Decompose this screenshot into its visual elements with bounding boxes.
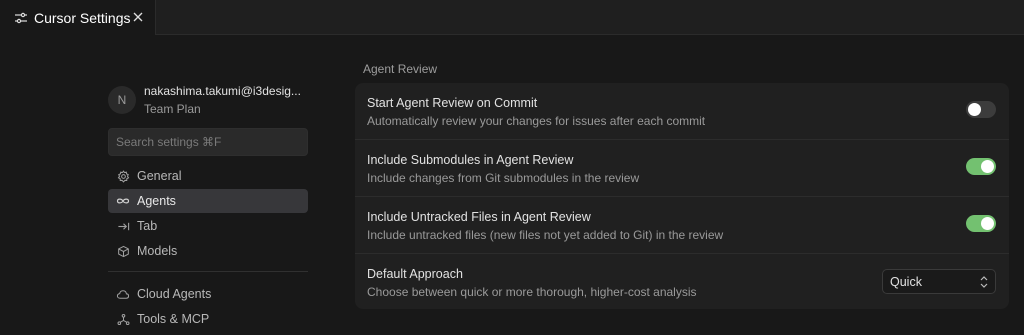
setting-description: Automatically review your changes for is… — [367, 114, 706, 128]
sidebar-item-tools-mcp[interactable]: Tools & MCP — [108, 307, 308, 331]
sidebar-item-label: Tools & MCP — [137, 312, 210, 326]
sidebar-item-cloud-agents[interactable]: Cloud Agents — [108, 282, 308, 306]
close-icon[interactable] — [131, 10, 145, 24]
sidebar-item-label: Tab — [137, 219, 158, 233]
setting-description: Choose between quick or more thorough, h… — [367, 285, 697, 299]
setting-row-include-submodules: Include Submodules in Agent Review Inclu… — [355, 139, 1009, 195]
setting-row-default-approach: Default Approach Choose between quick or… — [355, 253, 1009, 309]
search-settings-input[interactable] — [108, 128, 308, 156]
include-submodules-toggle[interactable] — [966, 158, 996, 175]
setting-title: Include Submodules in Agent Review — [367, 153, 574, 167]
user-plan: Team Plan — [144, 102, 201, 116]
agent-review-settings-card: Start Agent Review on Commit Automatical… — [355, 83, 1009, 309]
gear-icon — [116, 169, 130, 183]
tab-arrow-icon — [116, 219, 130, 233]
sidebar-divider — [108, 271, 308, 272]
default-approach-select[interactable]: Quick — [882, 269, 996, 294]
chevron-up-down-icon — [979, 275, 989, 289]
tab-title: Cursor Settings — [34, 9, 131, 26]
select-value: Quick — [890, 274, 922, 289]
toggle-knob — [968, 103, 981, 116]
sidebar-item-label: Models — [137, 244, 178, 258]
sidebar-item-label: General — [137, 169, 182, 183]
sidebar-item-tab[interactable]: Tab — [108, 214, 308, 238]
cube-icon — [116, 244, 130, 258]
sidebar-item-models[interactable]: Models — [108, 239, 308, 263]
setting-row-review-on-commit: Start Agent Review on Commit Automatical… — [355, 83, 1009, 139]
setting-title: Start Agent Review on Commit — [367, 96, 538, 110]
settings-sliders-icon — [14, 11, 28, 25]
avatar: N — [108, 86, 136, 114]
setting-description: Include changes from Git submodules in t… — [367, 171, 640, 185]
sidebar-item-agents[interactable]: Agents — [108, 189, 308, 213]
tab-cursor-settings[interactable]: Cursor Settings — [0, 0, 156, 35]
cloud-icon — [116, 287, 130, 301]
infinity-icon — [116, 194, 130, 208]
section-title: Agent Review — [363, 62, 438, 76]
user-email: nakashima.takumi@i3desig... — [144, 84, 301, 98]
sidebar-item-label: Cloud Agents — [137, 287, 212, 301]
toggle-knob — [981, 160, 994, 173]
sidebar-item-label: Agents — [137, 194, 176, 208]
editor-tab-bar: Cursor Settings — [0, 0, 1024, 35]
toggle-knob — [981, 217, 994, 230]
review-on-commit-toggle[interactable] — [966, 101, 996, 118]
setting-description: Include untracked files (new files not y… — [367, 228, 724, 242]
setting-title: Default Approach — [367, 267, 463, 281]
tools-network-icon — [116, 312, 130, 326]
setting-title: Include Untracked Files in Agent Review — [367, 210, 591, 224]
sidebar-item-general[interactable]: General — [108, 164, 308, 188]
include-untracked-toggle[interactable] — [966, 215, 996, 232]
setting-row-include-untracked: Include Untracked Files in Agent Review … — [355, 196, 1009, 252]
user-profile: N nakashima.takumi@i3desig... Team Plan — [108, 84, 313, 118]
